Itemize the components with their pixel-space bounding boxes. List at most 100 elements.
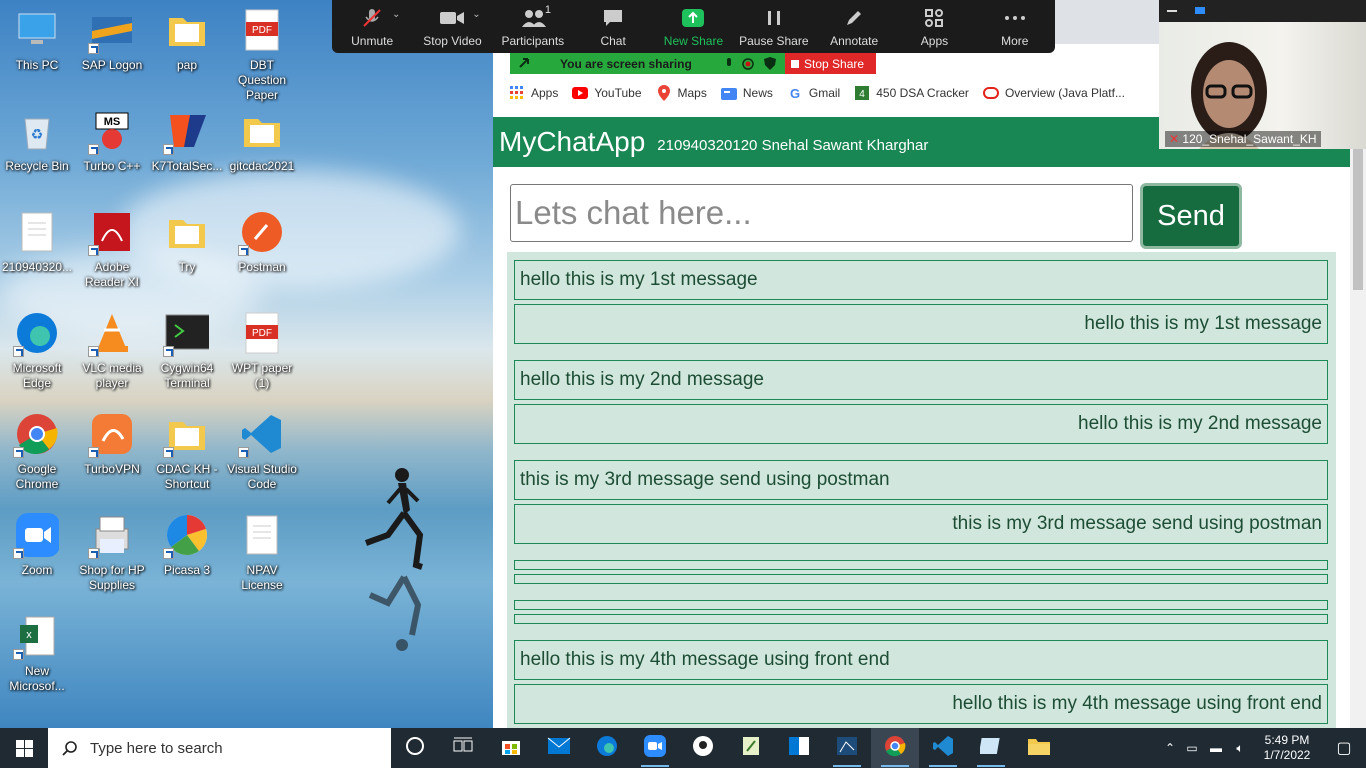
bookmark-apps[interactable]: Apps (509, 85, 558, 101)
taskbar-clock[interactable]: 5:49 PM 1/7/2022 (1252, 733, 1322, 763)
bookmark-news[interactable]: News (720, 85, 773, 101)
desktop-icon-label: Zoom (21, 563, 53, 577)
expand-icon[interactable] (1195, 7, 1205, 14)
desktop-icon-label: Visual Studio Code (227, 462, 297, 491)
zoom-pause-share-button[interactable]: Pause Share (734, 0, 814, 53)
document-icon (240, 513, 284, 557)
desktop-icon-postman[interactable]: Postman (225, 210, 299, 275)
zoom-unmute-button[interactable]: Unmute ⌄ (332, 0, 412, 53)
taskbar-notes-button[interactable] (967, 728, 1015, 768)
desktop-icon-vpn[interactable]: TurboVPN (75, 412, 149, 477)
screen-sharing-banner: You are screen sharing (510, 53, 785, 74)
shield-icon (764, 57, 776, 70)
zoom-participants-button[interactable]: Participants 1 (493, 0, 573, 53)
taskbar-outlook-button[interactable] (775, 728, 823, 768)
excel-icon: x (13, 614, 59, 660)
vpn-icon (88, 412, 134, 458)
desktop-icon-printer[interactable]: Shop for HP Supplies (75, 513, 149, 593)
zoom-apps-button[interactable]: Apps (894, 0, 974, 53)
participant-video-tile[interactable]: ✕ 120_Snehal_Sawant_KH (1159, 0, 1366, 149)
taskbar-cortana-button[interactable] (391, 728, 439, 768)
taskbar-store-button[interactable] (487, 728, 535, 768)
desktop-icon-terminal[interactable]: Cygwin64 Terminal (150, 311, 224, 391)
search-icon (62, 741, 77, 756)
desktop-icon-edge[interactable]: Microsoft Edge (0, 311, 74, 391)
taskbar-search-box[interactable]: Type here to search (48, 728, 391, 768)
shortcut-arrow-icon (13, 346, 24, 357)
desktop-icon-k7[interactable]: K7TotalSec... (150, 109, 224, 174)
participant-avatar (1191, 42, 1267, 149)
volume-icon[interactable]: 🔈︎ (1228, 741, 1252, 756)
desktop-icon-folder[interactable]: pap (150, 8, 224, 73)
zoom-stop-video-button[interactable]: Stop Video ⌄ (412, 0, 492, 53)
chevron-down-icon[interactable]: ⌄ (472, 9, 480, 20)
desktop-icon-document[interactable]: 210940320... (0, 210, 74, 275)
pdf-icon: PDF (240, 311, 284, 355)
bookmark-450-dsa-cracker[interactable]: 4 450 DSA Cracker (854, 85, 969, 101)
desktop-icon-picasa[interactable]: Picasa 3 (150, 513, 224, 578)
desktop-icon-pdf[interactable]: PDF WPT paper (1) (225, 311, 299, 391)
taskbar-vscode-button[interactable] (919, 728, 967, 768)
desktop-icon-vscode[interactable]: Visual Studio Code (225, 412, 299, 492)
bookmark-gmail[interactable]: G Gmail (787, 85, 840, 101)
mic-icon[interactable] (724, 58, 734, 70)
message-sent (514, 600, 1328, 610)
network-icon[interactable]: ▭ (1180, 741, 1204, 755)
chat-input[interactable] (510, 184, 1133, 242)
desktop-icon-label: Google Chrome (15, 462, 59, 491)
stop-share-label: Stop Share (804, 56, 865, 71)
desktop-icon-vlc[interactable]: VLC media player (75, 311, 149, 391)
desktop-icon-chrome[interactable]: Google Chrome (0, 412, 74, 492)
taskbar-network-tool-button[interactable] (823, 728, 871, 768)
taskbar-file-explorer-button[interactable] (1015, 728, 1063, 768)
chevron-down-icon[interactable]: ⌄ (392, 9, 400, 20)
taskbar-task-view-button[interactable] (439, 728, 487, 768)
app-brand[interactable]: MyChatApp (499, 126, 645, 158)
message-text: hello this is my 1st message (1084, 313, 1322, 334)
record-icon[interactable] (742, 58, 754, 70)
stop-share-button[interactable]: Stop Share (785, 53, 876, 74)
desktop-icon-folder[interactable]: gitcdac2021 (225, 109, 299, 174)
desktop-icon-sap[interactable]: SAP Logon (75, 8, 149, 73)
taskbar-keeper-button[interactable] (679, 728, 727, 768)
taskbar-mail-button[interactable] (535, 728, 583, 768)
taskbar-zoom-button[interactable] (631, 728, 679, 768)
battery-icon[interactable]: ▬ (1204, 741, 1228, 755)
zoom-chat-button[interactable]: Chat (573, 0, 653, 53)
message-sent: hello this is my 4th message using front… (514, 640, 1328, 680)
bookmark-maps[interactable]: Maps (656, 85, 707, 101)
desktop-icon-recycle-bin[interactable]: ♻ Recycle Bin (0, 109, 74, 174)
desktop-icon-turbo-cpp[interactable]: MS Turbo C++ (75, 109, 149, 174)
taskbar-edge-button[interactable] (583, 728, 631, 768)
scrollbar-thumb[interactable] (1353, 148, 1363, 290)
folder-icon (240, 109, 284, 153)
desktop-icon-excel[interactable]: x New Microsof... (0, 614, 74, 694)
zoom-annotate-button[interactable]: Annotate (814, 0, 894, 53)
bookmark-youtube[interactable]: YouTube (572, 85, 642, 101)
more-icon (1002, 7, 1028, 29)
desktop-icon-folder[interactable]: Try (150, 210, 224, 275)
chrome-icon (13, 412, 59, 458)
desktop-icon-computer[interactable]: This PC (0, 8, 74, 73)
desktop-icon-pdf[interactable]: PDF DBT Question Paper (225, 8, 299, 103)
send-button[interactable]: Send (1140, 183, 1242, 249)
notifications-icon[interactable]: ▢ (1322, 738, 1366, 758)
desktop-icon-folder[interactable]: CDAC KH - Shortcut (150, 412, 224, 492)
taskbar-notepad-button[interactable] (727, 728, 775, 768)
bookmark-overview-java-platf[interactable]: Overview (Java Platf... (982, 85, 1125, 101)
taskbar-chrome-button[interactable] (871, 728, 919, 768)
desktop-icon-zoom[interactable]: Zoom (0, 513, 74, 578)
desktop-icon-document[interactable]: NPAV License (225, 513, 299, 593)
vlc-icon (88, 311, 134, 357)
bookmark-label: Gmail (808, 86, 841, 100)
bookmark-label: Overview (Java Platf... (1004, 86, 1125, 100)
minimize-icon[interactable] (1167, 10, 1177, 12)
start-button[interactable] (0, 728, 48, 768)
zoom-new-share-button[interactable]: New Share (653, 0, 733, 53)
desktop-icon-label: CDAC KH - Shortcut (156, 462, 218, 491)
desktop-icon-adobe-reader[interactable]: Adobe Reader XI (75, 210, 149, 290)
oracle-icon (982, 85, 999, 101)
page-scrollbar[interactable] (1350, 146, 1366, 728)
chevron-up-icon[interactable]: ⌃ (1160, 741, 1180, 755)
zoom-more-button[interactable]: More (975, 0, 1055, 53)
